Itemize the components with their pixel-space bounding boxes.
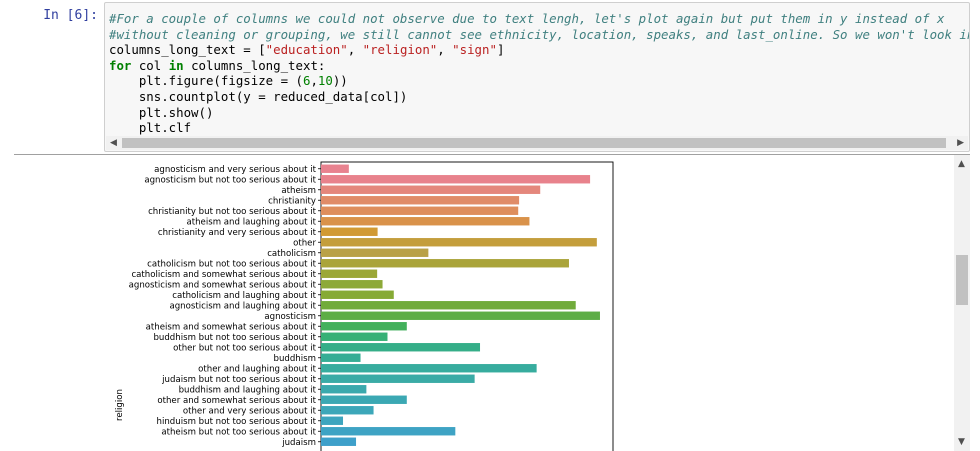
code-token: 10 xyxy=(317,73,333,89)
code-cell-input[interactable]: #For a couple of columns we could not ob… xyxy=(104,2,970,152)
code-token: "education" xyxy=(265,42,348,58)
y-tick-label: atheism and laughing about it xyxy=(186,217,316,227)
y-tick-label: buddhism and laughing about it xyxy=(179,385,317,395)
code-token: "sign" xyxy=(452,42,497,58)
bar-22 xyxy=(321,395,407,404)
y-tick-label: hinduism but not too serious about it xyxy=(157,417,317,427)
y-tick-label: atheism and somewhat serious about it xyxy=(146,322,317,332)
y-tick-label: agnosticism and laughing about it xyxy=(169,301,316,311)
code-editor[interactable]: #For a couple of columns we could not ob… xyxy=(109,11,970,136)
y-tick-label: buddhism xyxy=(274,354,317,364)
bar-3 xyxy=(321,196,520,205)
bar-11 xyxy=(321,280,383,289)
bar-1 xyxy=(321,175,591,184)
code-line: for col in columns_long_text: xyxy=(109,58,325,73)
bar-7 xyxy=(321,238,597,247)
y-tick-label: christianity xyxy=(268,196,316,206)
y-axis-label: religion xyxy=(115,389,125,421)
code-line: plt.figure(figsize = (6,10)) xyxy=(109,73,348,88)
bar-23 xyxy=(321,406,374,415)
bar-24 xyxy=(321,416,344,425)
code-line: #For a couple of columns we could not ob… xyxy=(109,11,945,26)
y-tick-label: agnosticism xyxy=(264,312,316,322)
scroll-left-icon[interactable]: ◀ xyxy=(110,136,117,150)
code-token: plt.clf xyxy=(109,120,192,136)
code-line: columns_long_text = ["education", "relig… xyxy=(109,42,504,57)
y-tick-label: atheism xyxy=(281,186,316,196)
bar-25 xyxy=(321,427,456,436)
code-token: #For a couple of columns we could not ob… xyxy=(109,11,945,26)
y-tick-label: catholicism but not too serious about it xyxy=(147,259,316,269)
code-token: , xyxy=(437,42,453,58)
code-line: plt.show() xyxy=(109,104,214,120)
y-tick-label: other and very serious about it xyxy=(183,406,317,416)
code-token: #without cleaning or grouping, we still … xyxy=(109,26,970,42)
code-token: sns.countplot(y = reduced_data[col]) xyxy=(109,88,408,104)
horizontal-scroll-thumb[interactable] xyxy=(122,138,946,148)
bar-4 xyxy=(321,206,519,215)
y-tick-label: christianity and very serious about it xyxy=(158,228,317,238)
y-tick-label: buddhism but not too serious about it xyxy=(153,333,316,343)
scroll-right-icon[interactable]: ▶ xyxy=(957,136,964,150)
cell-prompt: In [6]: xyxy=(43,8,98,23)
horizontal-scrollbar[interactable]: ◀ ▶ xyxy=(106,136,968,150)
y-tick-label: atheism but not too serious about it xyxy=(161,427,316,437)
vertical-scroll-thumb[interactable] xyxy=(956,255,968,305)
y-tick-label: agnosticism and somewhat serious about i… xyxy=(129,280,317,290)
code-line: sns.countplot(y = reduced_data[col]) xyxy=(109,88,408,104)
bar-5 xyxy=(321,217,530,226)
code-token: for xyxy=(109,57,132,73)
code-token: , xyxy=(310,73,318,89)
y-tick-label: agnosticism but not too serious about it xyxy=(144,175,316,185)
y-tick-label: catholicism xyxy=(267,249,316,259)
code-token: in xyxy=(168,57,184,73)
code-token: col xyxy=(131,57,169,73)
scroll-up-icon[interactable]: ▲ xyxy=(958,157,965,171)
countplot-chart: agnosticism and very serious about itagn… xyxy=(115,161,614,451)
bar-8 xyxy=(321,248,429,257)
y-tick-label: other and laughing about it xyxy=(198,364,316,374)
bar-10 xyxy=(321,269,378,278)
bar-13 xyxy=(321,301,576,310)
y-tick-label: christianity but not too serious about i… xyxy=(148,207,317,217)
bar-9 xyxy=(321,259,569,268)
bar-6 xyxy=(321,227,378,236)
code-token: plt.show() xyxy=(109,104,214,120)
code-token: ] xyxy=(496,42,505,58)
code-token: "religion" xyxy=(362,42,438,58)
y-tick-label: judaism but not too serious about it xyxy=(161,375,316,385)
cell-output: agnosticism and very serious about it agn… xyxy=(14,154,970,451)
scroll-down-icon[interactable]: ▼ xyxy=(958,435,965,449)
bar-26 xyxy=(321,437,357,446)
y-tick-label: agnosticism and very serious about it xyxy=(154,165,316,175)
bar-16 xyxy=(321,332,388,341)
y-tick-label: catholicism and somewhat serious about i… xyxy=(131,270,316,280)
bar-20 xyxy=(321,374,475,383)
y-tick-label: judaism xyxy=(281,438,316,448)
code-line: #without cleaning or grouping, we still … xyxy=(109,26,970,42)
code-token: columns_long_text = [ xyxy=(109,42,266,58)
bar-15 xyxy=(321,322,407,331)
code-token: plt.figure(figsize = ( xyxy=(109,73,303,89)
output-vertical-scrollbar[interactable]: ▲ ▼ xyxy=(954,155,970,451)
bar-0 xyxy=(321,164,349,173)
code-token: , xyxy=(347,42,363,58)
bar-12 xyxy=(321,290,394,299)
y-tick-label: other but not too serious about it xyxy=(173,343,317,353)
code-token: )) xyxy=(332,73,348,89)
code-line: plt.clf xyxy=(109,120,191,135)
bar-21 xyxy=(321,385,367,394)
bar-14 xyxy=(321,311,600,320)
y-tick-label: catholicism and laughing about it xyxy=(172,291,316,301)
bar-17 xyxy=(321,343,481,352)
bar-18 xyxy=(321,353,361,362)
y-tick-label: other xyxy=(293,238,316,248)
bar-19 xyxy=(321,364,537,373)
bar-2 xyxy=(321,185,541,194)
code-token: columns_long_text: xyxy=(183,57,326,73)
y-tick-label: other and somewhat serious about it xyxy=(157,396,316,406)
